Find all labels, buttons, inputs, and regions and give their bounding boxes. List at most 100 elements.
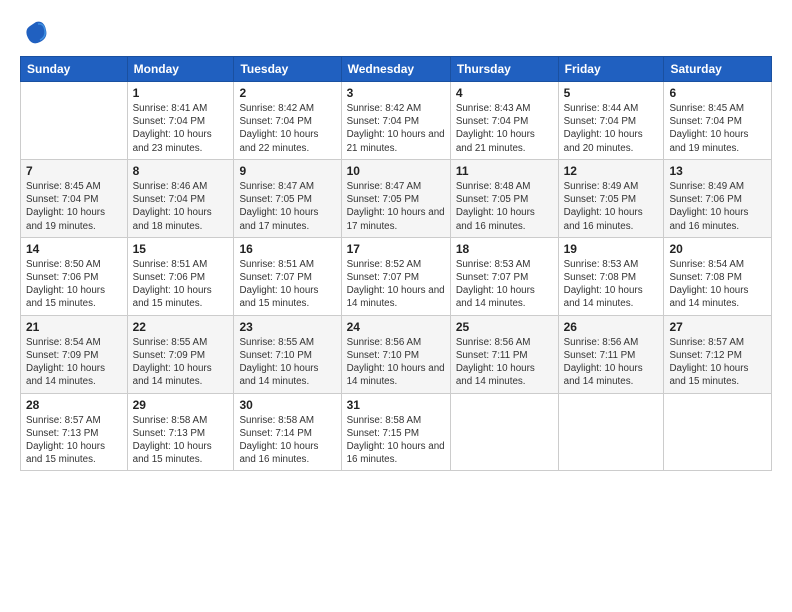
calendar-cell: 4 Sunrise: 8:43 AM Sunset: 7:04 PM Daylig… bbox=[450, 82, 558, 160]
day-number: 5 bbox=[564, 86, 659, 100]
day-info: Sunrise: 8:54 AM Sunset: 7:09 PM Dayligh… bbox=[26, 336, 122, 389]
day-number: 19 bbox=[564, 242, 659, 256]
day-info: Sunrise: 8:57 AM Sunset: 7:13 PM Dayligh… bbox=[26, 414, 122, 467]
calendar-cell: 1 Sunrise: 8:41 AM Sunset: 7:04 PM Daylig… bbox=[127, 82, 234, 160]
day-number: 4 bbox=[456, 86, 553, 100]
day-number: 28 bbox=[26, 398, 122, 412]
calendar: SundayMondayTuesdayWednesdayThursdayFrid… bbox=[20, 56, 772, 471]
calendar-header-saturday: Saturday bbox=[664, 57, 772, 82]
calendar-cell: 22 Sunrise: 8:55 AM Sunset: 7:09 PM Dayli… bbox=[127, 315, 234, 393]
calendar-cell: 30 Sunrise: 8:58 AM Sunset: 7:14 PM Dayli… bbox=[234, 393, 341, 471]
header bbox=[20, 18, 772, 46]
calendar-cell: 23 Sunrise: 8:55 AM Sunset: 7:10 PM Dayli… bbox=[234, 315, 341, 393]
calendar-cell: 28 Sunrise: 8:57 AM Sunset: 7:13 PM Dayli… bbox=[21, 393, 128, 471]
calendar-header-monday: Monday bbox=[127, 57, 234, 82]
day-number: 15 bbox=[133, 242, 229, 256]
calendar-cell: 27 Sunrise: 8:57 AM Sunset: 7:12 PM Dayli… bbox=[664, 315, 772, 393]
calendar-cell: 24Sunrise: 8:56 AM Sunset: 7:10 PM Dayli… bbox=[341, 315, 450, 393]
day-info: Sunrise: 8:55 AM Sunset: 7:09 PM Dayligh… bbox=[133, 336, 229, 389]
day-number: 21 bbox=[26, 320, 122, 334]
day-info: Sunrise: 8:56 AM Sunset: 7:11 PM Dayligh… bbox=[564, 336, 659, 389]
calendar-cell: 9 Sunrise: 8:47 AM Sunset: 7:05 PM Daylig… bbox=[234, 159, 341, 237]
day-info: Sunrise: 8:45 AM Sunset: 7:04 PM Dayligh… bbox=[669, 102, 766, 155]
day-info: Sunrise: 8:47 AM Sunset: 7:05 PM Dayligh… bbox=[239, 180, 335, 233]
calendar-week-row: 28 Sunrise: 8:57 AM Sunset: 7:13 PM Dayli… bbox=[21, 393, 772, 471]
calendar-cell bbox=[21, 82, 128, 160]
calendar-cell bbox=[558, 393, 664, 471]
day-number: 20 bbox=[669, 242, 766, 256]
day-number: 8 bbox=[133, 164, 229, 178]
day-number: 1 bbox=[133, 86, 229, 100]
day-number: 12 bbox=[564, 164, 659, 178]
day-info: Sunrise: 8:42 AM Sunset: 7:04 PM Dayligh… bbox=[347, 102, 445, 155]
calendar-cell: 21 Sunrise: 8:54 AM Sunset: 7:09 PM Dayli… bbox=[21, 315, 128, 393]
day-number: 30 bbox=[239, 398, 335, 412]
calendar-week-row: 1 Sunrise: 8:41 AM Sunset: 7:04 PM Daylig… bbox=[21, 82, 772, 160]
calendar-cell: 6Sunrise: 8:45 AM Sunset: 7:04 PM Daylig… bbox=[664, 82, 772, 160]
day-info: Sunrise: 8:44 AM Sunset: 7:04 PM Dayligh… bbox=[564, 102, 659, 155]
day-info: Sunrise: 8:43 AM Sunset: 7:04 PM Dayligh… bbox=[456, 102, 553, 155]
day-info: Sunrise: 8:51 AM Sunset: 7:06 PM Dayligh… bbox=[133, 258, 229, 311]
calendar-header-tuesday: Tuesday bbox=[234, 57, 341, 82]
logo-icon bbox=[22, 18, 50, 46]
calendar-cell: 15 Sunrise: 8:51 AM Sunset: 7:06 PM Dayli… bbox=[127, 237, 234, 315]
day-number: 14 bbox=[26, 242, 122, 256]
calendar-header-row: SundayMondayTuesdayWednesdayThursdayFrid… bbox=[21, 57, 772, 82]
day-info: Sunrise: 8:49 AM Sunset: 7:06 PM Dayligh… bbox=[669, 180, 766, 233]
day-number: 29 bbox=[133, 398, 229, 412]
calendar-cell: 29 Sunrise: 8:58 AM Sunset: 7:13 PM Dayli… bbox=[127, 393, 234, 471]
day-info: Sunrise: 8:58 AM Sunset: 7:15 PM Dayligh… bbox=[347, 414, 445, 467]
calendar-header-friday: Friday bbox=[558, 57, 664, 82]
day-info: Sunrise: 8:53 AM Sunset: 7:07 PM Dayligh… bbox=[456, 258, 553, 311]
day-info: Sunrise: 8:58 AM Sunset: 7:13 PM Dayligh… bbox=[133, 414, 229, 467]
calendar-week-row: 21 Sunrise: 8:54 AM Sunset: 7:09 PM Dayli… bbox=[21, 315, 772, 393]
day-info: Sunrise: 8:50 AM Sunset: 7:06 PM Dayligh… bbox=[26, 258, 122, 311]
day-info: Sunrise: 8:45 AM Sunset: 7:04 PM Dayligh… bbox=[26, 180, 122, 233]
page: SundayMondayTuesdayWednesdayThursdayFrid… bbox=[0, 0, 792, 612]
calendar-header-wednesday: Wednesday bbox=[341, 57, 450, 82]
calendar-cell: 20 Sunrise: 8:54 AM Sunset: 7:08 PM Dayli… bbox=[664, 237, 772, 315]
calendar-cell: 14 Sunrise: 8:50 AM Sunset: 7:06 PM Dayli… bbox=[21, 237, 128, 315]
calendar-cell: 19Sunrise: 8:53 AM Sunset: 7:08 PM Dayli… bbox=[558, 237, 664, 315]
day-number: 27 bbox=[669, 320, 766, 334]
calendar-cell: 10 Sunrise: 8:47 AM Sunset: 7:05 PM Dayli… bbox=[341, 159, 450, 237]
calendar-cell bbox=[450, 393, 558, 471]
calendar-header-sunday: Sunday bbox=[21, 57, 128, 82]
day-number: 22 bbox=[133, 320, 229, 334]
calendar-cell: 31Sunrise: 8:58 AM Sunset: 7:15 PM Dayli… bbox=[341, 393, 450, 471]
day-info: Sunrise: 8:55 AM Sunset: 7:10 PM Dayligh… bbox=[239, 336, 335, 389]
calendar-cell: 17Sunrise: 8:52 AM Sunset: 7:07 PM Dayli… bbox=[341, 237, 450, 315]
calendar-cell: 7 Sunrise: 8:45 AM Sunset: 7:04 PM Daylig… bbox=[21, 159, 128, 237]
calendar-header-thursday: Thursday bbox=[450, 57, 558, 82]
calendar-cell: 11Sunrise: 8:48 AM Sunset: 7:05 PM Dayli… bbox=[450, 159, 558, 237]
calendar-cell bbox=[664, 393, 772, 471]
day-info: Sunrise: 8:47 AM Sunset: 7:05 PM Dayligh… bbox=[347, 180, 445, 233]
day-number: 10 bbox=[347, 164, 445, 178]
calendar-cell: 25 Sunrise: 8:56 AM Sunset: 7:11 PM Dayli… bbox=[450, 315, 558, 393]
calendar-cell: 18Sunrise: 8:53 AM Sunset: 7:07 PM Dayli… bbox=[450, 237, 558, 315]
day-info: Sunrise: 8:42 AM Sunset: 7:04 PM Dayligh… bbox=[239, 102, 335, 155]
day-number: 3 bbox=[347, 86, 445, 100]
logo bbox=[20, 18, 50, 46]
day-info: Sunrise: 8:46 AM Sunset: 7:04 PM Dayligh… bbox=[133, 180, 229, 233]
day-number: 11 bbox=[456, 164, 553, 178]
calendar-cell: 2Sunrise: 8:42 AM Sunset: 7:04 PM Daylig… bbox=[234, 82, 341, 160]
day-number: 23 bbox=[239, 320, 335, 334]
day-info: Sunrise: 8:52 AM Sunset: 7:07 PM Dayligh… bbox=[347, 258, 445, 311]
day-info: Sunrise: 8:54 AM Sunset: 7:08 PM Dayligh… bbox=[669, 258, 766, 311]
day-info: Sunrise: 8:58 AM Sunset: 7:14 PM Dayligh… bbox=[239, 414, 335, 467]
calendar-cell: 26Sunrise: 8:56 AM Sunset: 7:11 PM Dayli… bbox=[558, 315, 664, 393]
day-info: Sunrise: 8:41 AM Sunset: 7:04 PM Dayligh… bbox=[133, 102, 229, 155]
calendar-cell: 5 Sunrise: 8:44 AM Sunset: 7:04 PM Daylig… bbox=[558, 82, 664, 160]
day-number: 25 bbox=[456, 320, 553, 334]
day-info: Sunrise: 8:57 AM Sunset: 7:12 PM Dayligh… bbox=[669, 336, 766, 389]
day-number: 24 bbox=[347, 320, 445, 334]
day-info: Sunrise: 8:56 AM Sunset: 7:11 PM Dayligh… bbox=[456, 336, 553, 389]
calendar-week-row: 7 Sunrise: 8:45 AM Sunset: 7:04 PM Daylig… bbox=[21, 159, 772, 237]
day-number: 16 bbox=[239, 242, 335, 256]
day-info: Sunrise: 8:49 AM Sunset: 7:05 PM Dayligh… bbox=[564, 180, 659, 233]
calendar-week-row: 14 Sunrise: 8:50 AM Sunset: 7:06 PM Dayli… bbox=[21, 237, 772, 315]
day-number: 7 bbox=[26, 164, 122, 178]
day-number: 9 bbox=[239, 164, 335, 178]
calendar-cell: 13Sunrise: 8:49 AM Sunset: 7:06 PM Dayli… bbox=[664, 159, 772, 237]
